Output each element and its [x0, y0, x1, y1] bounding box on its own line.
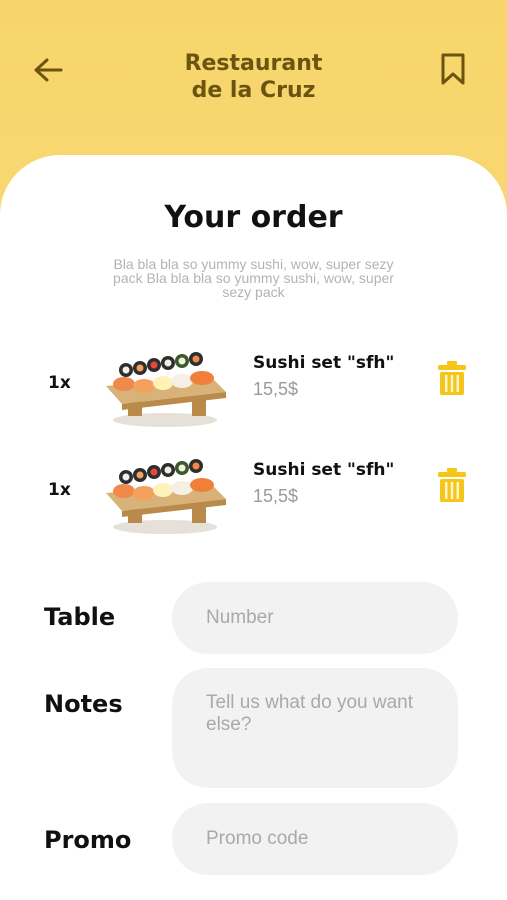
promo-label: Promo: [44, 826, 132, 854]
notes-label: Notes: [44, 690, 123, 718]
bookmark-button[interactable]: [433, 48, 473, 90]
order-title: Your order: [164, 200, 343, 235]
table-number-input[interactable]: [172, 582, 458, 654]
order-item: 1x Sushi set "sfh" 15,5$: [0, 335, 507, 435]
notes-input[interactable]: [172, 668, 458, 788]
item-price: 15,5$: [253, 486, 299, 506]
sushi-set-image: [106, 352, 226, 427]
sushi-set-image: [106, 459, 226, 534]
item-price: 15,5$: [253, 379, 299, 399]
restaurant-title-line1: Restaurant: [184, 51, 323, 76]
order-screen: Restaurant de la Cruz Your order Bla bla…: [0, 0, 507, 900]
order-item: 1x Sushi set "sfh" 15,5$: [0, 442, 507, 542]
order-description: Bla bla bla so yummy sushi, wow, super s…: [113, 256, 394, 300]
bookmark-icon: [441, 53, 465, 85]
restaurant-title: Restaurant de la Cruz: [0, 50, 507, 104]
trash-icon[interactable]: [437, 467, 467, 503]
restaurant-title-line2: de la Cruz: [191, 78, 316, 103]
item-name: Sushi set "sfh": [253, 460, 395, 480]
table-label: Table: [44, 603, 116, 631]
promo-code-input[interactable]: [172, 803, 458, 875]
header: Restaurant de la Cruz: [0, 0, 507, 170]
item-quantity: 1x: [48, 480, 71, 500]
item-quantity: 1x: [48, 373, 71, 393]
item-name: Sushi set "sfh": [253, 353, 395, 373]
trash-icon[interactable]: [437, 360, 467, 396]
